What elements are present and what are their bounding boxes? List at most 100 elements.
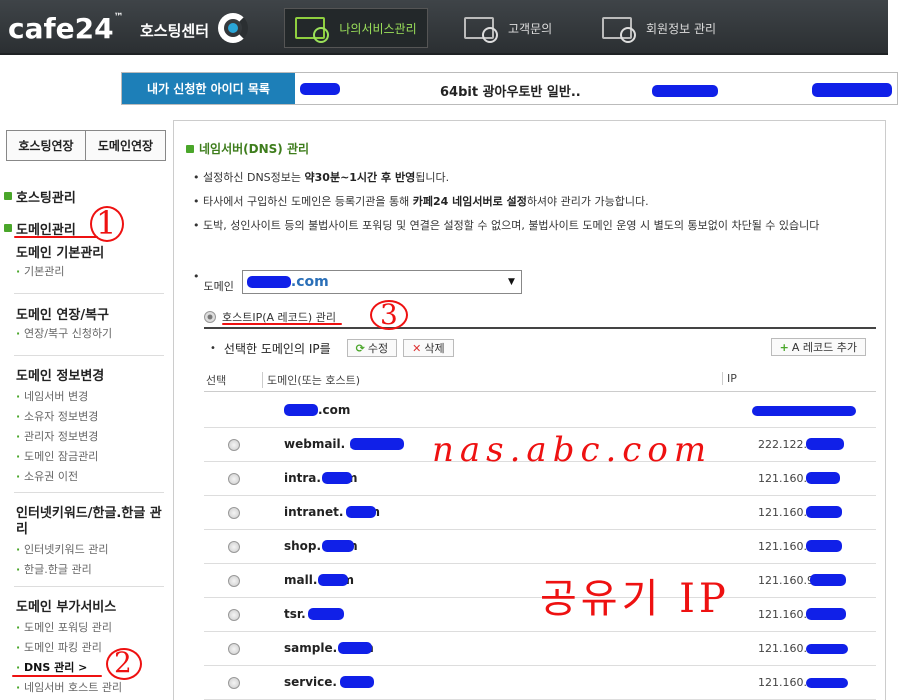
row-radio[interactable] bbox=[228, 609, 240, 621]
row-domain: .com bbox=[318, 403, 351, 417]
green-square-icon bbox=[4, 224, 12, 232]
sidebar-item-owner-change[interactable]: 소유자 정보변경 bbox=[16, 407, 166, 427]
row-ip: 222.122. bbox=[758, 438, 807, 451]
note-text: 타사에서 구입하신 도메인은 등록기관을 통해 bbox=[203, 195, 413, 208]
note-illegal: 도박, 성인사이트 등의 불법사이트 포워딩 및 연결은 설정할 수 없으며, … bbox=[193, 218, 883, 234]
table-row[interactable]: intranet. .com 121.160. bbox=[204, 496, 876, 530]
table-row[interactable]: shop. .com 121.160. bbox=[204, 530, 876, 564]
row-radio[interactable] bbox=[228, 643, 240, 655]
table-row[interactable]: sample. .com 121.160. bbox=[204, 632, 876, 666]
logo-mark-icon bbox=[218, 13, 248, 43]
sidebar-item-forwarding[interactable]: 도메인 포워딩 관리 bbox=[16, 618, 166, 638]
redaction-mark bbox=[806, 438, 844, 450]
bullet-dot-icon: • bbox=[193, 269, 200, 283]
sidebar-item-ns-host[interactable]: 네임서버 호스트 관리 bbox=[16, 678, 166, 698]
page-title-text: 네임서버(DNS) 관리 bbox=[199, 142, 310, 156]
sidebar-item-admin-change[interactable]: 관리자 정보변경 bbox=[16, 427, 166, 447]
logo-text: cafe24 bbox=[8, 12, 114, 45]
redaction-mark bbox=[300, 83, 340, 95]
nav-my-service[interactable]: 나의서비스관리 bbox=[284, 8, 428, 48]
redaction-mark bbox=[752, 406, 856, 416]
row-radio[interactable] bbox=[228, 677, 240, 689]
row-radio[interactable] bbox=[228, 575, 240, 587]
col-ip: IP bbox=[722, 372, 737, 385]
edit-button[interactable]: ⟳ 수정 bbox=[346, 339, 398, 357]
divider bbox=[14, 355, 164, 356]
sidebar-item-ownership-transfer[interactable]: 소유권 이전 bbox=[16, 467, 166, 487]
plus-icon: + bbox=[779, 340, 789, 354]
extension-tabs: 호스팅연장 도메인연장 bbox=[6, 130, 166, 161]
row-ip: 121.160. bbox=[758, 676, 807, 689]
group-label: 호스팅관리 bbox=[16, 190, 76, 206]
note-bold: 카페24 네임서버로 설정 bbox=[412, 195, 527, 208]
monitor-gear-icon bbox=[295, 17, 330, 43]
annotation-circle bbox=[90, 206, 124, 242]
redaction-mark bbox=[308, 608, 344, 620]
row-ip: 121.160. bbox=[758, 506, 807, 519]
bullet-dot-icon: • bbox=[210, 342, 216, 354]
hosting-extension-button[interactable]: 호스팅연장 bbox=[6, 130, 86, 161]
row-ip: 121.160. bbox=[758, 472, 807, 485]
redaction-mark bbox=[322, 540, 354, 552]
row-radio[interactable] bbox=[228, 541, 240, 553]
section-domain-info: 도메인 정보변경 네임서버 변경 소유자 정보변경 관리자 정보변경 도메인 잠… bbox=[16, 369, 166, 487]
ip-toolbar-title: 선택한 도메인의 IP를 bbox=[223, 341, 331, 356]
annotation-nas-domain: nas.abc.com bbox=[432, 430, 713, 470]
redaction-mark bbox=[284, 404, 318, 416]
edit-label: 수정 bbox=[367, 342, 389, 355]
service-name[interactable]: 64bit 광아우토반 일반.. bbox=[440, 81, 581, 100]
cafe24-logo[interactable]: cafe24™ bbox=[8, 12, 124, 45]
col-select: 선택 bbox=[206, 374, 227, 387]
logo-tm: ™ bbox=[113, 12, 124, 23]
group-label: 도메인관리 bbox=[16, 222, 76, 238]
sidebar-item-basic-manage[interactable]: 기본관리 bbox=[16, 262, 166, 282]
section-domain-basic: 도메인 기본관리 기본관리 bbox=[16, 246, 166, 282]
monitor-user-icon bbox=[602, 17, 636, 43]
note-text: 하셔야 관리가 가능합니다. bbox=[526, 195, 649, 208]
delete-button[interactable]: ✕ 삭제 bbox=[403, 339, 454, 357]
sidebar-item-nameserver-change[interactable]: 네임서버 변경 bbox=[16, 387, 166, 407]
section-addon: 도메인 부가서비스 도메인 포워딩 관리 도메인 파킹 관리 DNS 관리 > … bbox=[16, 600, 166, 698]
redaction-mark bbox=[350, 438, 404, 450]
domain-select[interactable]: .com ▼ bbox=[241, 270, 522, 294]
redaction-mark bbox=[812, 83, 892, 97]
radio-selected[interactable] bbox=[204, 311, 216, 323]
row-radio[interactable] bbox=[228, 473, 240, 485]
divider bbox=[14, 293, 164, 294]
ip-toolbar: • 선택한 도메인의 IP를 ⟳ 수정 ✕ 삭제 + A 레코드 추가 bbox=[204, 334, 876, 362]
section-title: 도메인 정보변경 bbox=[16, 369, 105, 384]
table-row[interactable]: .com bbox=[204, 394, 876, 428]
monitor-phone-icon bbox=[464, 17, 498, 43]
delete-label: 삭제 bbox=[424, 342, 445, 355]
annotation-underline bbox=[12, 675, 102, 677]
sidebar-group-hosting[interactable]: 호스팅관리 bbox=[0, 186, 76, 206]
row-ip: 121.160. bbox=[758, 642, 807, 655]
green-square-icon bbox=[186, 144, 194, 153]
sidebar-item-keyword[interactable]: 인터넷키워드 관리 bbox=[16, 540, 166, 560]
table-row[interactable]: service. .com 121.160. bbox=[204, 666, 876, 700]
content-left-border bbox=[173, 120, 174, 700]
nav-label: 회원정보 관리 bbox=[646, 21, 717, 36]
note-text: 됩니다. bbox=[415, 171, 450, 184]
domain-extension-button[interactable]: 도메인연장 bbox=[86, 130, 166, 161]
sidebar-item-renew-request[interactable]: 연장/복구 신청하기 bbox=[16, 324, 166, 344]
sidebar-item-domain-lock[interactable]: 도메인 잠금관리 bbox=[16, 447, 166, 467]
row-radio[interactable] bbox=[228, 507, 240, 519]
row-radio[interactable] bbox=[228, 439, 240, 451]
section-border bbox=[204, 327, 876, 329]
note-text: 설정하신 DNS정보는 bbox=[203, 171, 305, 184]
nav-customer-inquiry[interactable]: 고객문의 bbox=[464, 8, 552, 48]
redaction-mark bbox=[322, 472, 352, 484]
sidebar-item-parking[interactable]: 도메인 파킹 관리 bbox=[16, 638, 166, 658]
redaction-mark bbox=[806, 540, 842, 552]
sidebar-item-hangul[interactable]: 한글.한글 관리 bbox=[16, 560, 166, 580]
table-header: 선택 도메인(또는 호스트) IP bbox=[204, 368, 876, 392]
row-ip: 121.160.9 bbox=[758, 574, 814, 587]
redaction-mark bbox=[338, 642, 372, 654]
domain-label: 도메인 bbox=[203, 280, 234, 293]
redaction-mark bbox=[806, 608, 846, 620]
nav-member-info[interactable]: 회원정보 관리 bbox=[602, 8, 716, 48]
add-arecord-button[interactable]: + A 레코드 추가 bbox=[770, 338, 866, 356]
sidebar-group-domain[interactable]: 도메인관리 bbox=[0, 218, 76, 238]
close-icon: ✕ bbox=[412, 341, 422, 355]
